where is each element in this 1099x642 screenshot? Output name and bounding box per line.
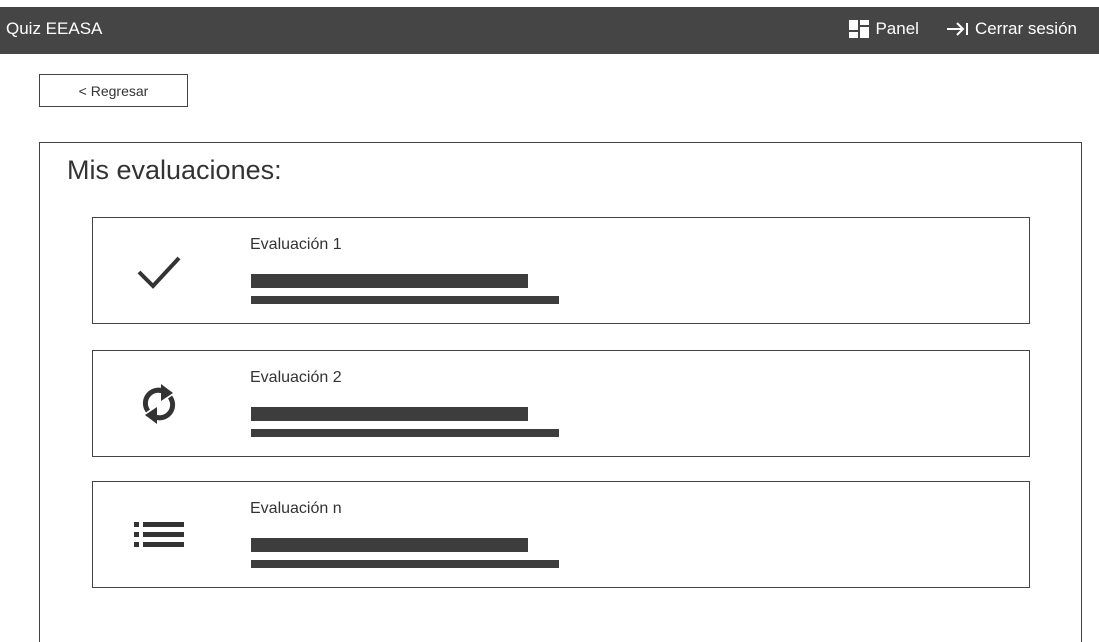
evaluation-title: Evaluación 2: [250, 369, 342, 386]
evaluation-card-2[interactable]: Evaluación 2: [92, 350, 1030, 457]
top-gap: [0, 0, 1099, 7]
evaluations-panel: Mis evaluaciones: Evaluación 1 Evaluació…: [39, 142, 1082, 642]
back-button[interactable]: < Regresar: [39, 74, 188, 107]
dashboard-icon: [849, 20, 870, 38]
page-title: Mis evaluaciones:: [67, 155, 282, 185]
nav-logout-label: Cerrar sesión: [974, 19, 1077, 38]
evaluation-card-1[interactable]: Evaluación 1: [92, 217, 1030, 324]
check-icon: [131, 243, 187, 299]
nav-panel-link[interactable]: Panel: [849, 19, 919, 39]
placeholder-bar: [251, 538, 528, 552]
placeholder-bar: [251, 429, 559, 437]
app-title: Quiz EEASA: [6, 19, 103, 38]
placeholder-bar: [251, 274, 528, 288]
placeholder-bar: [251, 560, 559, 568]
nav-links: Panel Cerrar sesión: [849, 19, 1077, 39]
placeholder-bar: [251, 296, 559, 304]
evaluation-title: Evaluación n: [250, 500, 342, 517]
placeholder-bar: [251, 407, 528, 421]
nav-panel-label: Panel: [875, 19, 919, 38]
logout-icon: [946, 22, 969, 36]
evaluation-title: Evaluación 1: [250, 236, 342, 253]
refresh-icon: [131, 376, 187, 432]
evaluation-card-3[interactable]: Evaluación n: [92, 481, 1030, 588]
list-icon: [131, 507, 187, 563]
navbar: Quiz EEASA Panel Cerrar sesión: [0, 7, 1099, 54]
nav-logout-link[interactable]: Cerrar sesión: [946, 19, 1077, 39]
